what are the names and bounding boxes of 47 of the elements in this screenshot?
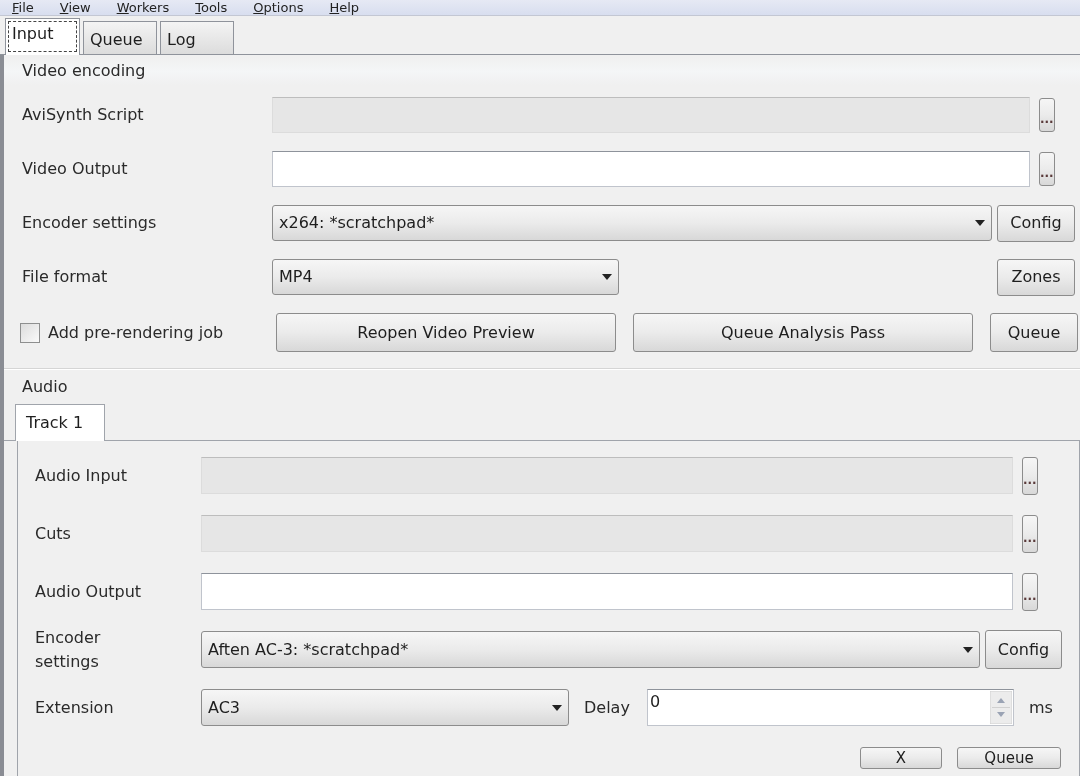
dropdown[interactable]: MP4 xyxy=(272,259,619,295)
action-button[interactable]: Queue Analysis Pass xyxy=(633,313,973,352)
config-button[interactable]: Config xyxy=(997,204,1075,242)
field-label: Encoder settings xyxy=(35,626,102,673)
dropdown[interactable]: x264: *scratchpad* xyxy=(272,205,992,241)
field-label: Video Output xyxy=(22,158,128,180)
field-label: Audio Output xyxy=(35,580,142,603)
action-button[interactable]: Queue xyxy=(990,313,1078,352)
dialog-button[interactable]: X xyxy=(860,747,942,769)
input-field[interactable] xyxy=(272,151,1030,187)
action-button[interactable]: Reopen Video Preview xyxy=(276,313,616,352)
menu-item[interactable]: Tools xyxy=(195,0,228,15)
config-button[interactable]: Config xyxy=(985,630,1062,669)
dropdown[interactable]: AC3 xyxy=(201,689,569,726)
checkbox-label: Add pre-rendering job xyxy=(48,321,224,344)
browse-button[interactable]: ... xyxy=(1022,572,1038,611)
dialog-button[interactable]: Queue xyxy=(957,747,1061,769)
unit-label: ms xyxy=(1028,696,1053,719)
spin-arrows-icon[interactable] xyxy=(989,691,1012,724)
section-title: Audio xyxy=(22,376,68,398)
field-label: AviSynth Script xyxy=(22,104,144,126)
section-title: Video encoding xyxy=(22,60,146,82)
menu-item[interactable]: Help xyxy=(329,0,360,15)
tab[interactable]: Log xyxy=(160,21,234,54)
menu-item[interactable]: Options xyxy=(253,0,304,15)
dropdown-arrow-icon xyxy=(602,274,612,280)
menu-item[interactable]: File xyxy=(12,0,34,15)
dropdown-arrow-icon xyxy=(552,704,562,711)
config-button[interactable]: Zones xyxy=(997,258,1075,296)
checkbox[interactable] xyxy=(20,322,40,343)
field-label: Encoder settings xyxy=(22,212,157,234)
delay-field[interactable]: 0 xyxy=(646,689,1014,726)
field-label: Extension xyxy=(35,697,114,717)
dropdown-arrow-icon xyxy=(975,220,985,226)
dropdown-arrow-icon xyxy=(963,646,973,653)
field-label: File format xyxy=(22,266,108,288)
tab[interactable]: Input xyxy=(5,18,80,55)
field-label: Audio Input xyxy=(35,464,127,487)
input-field[interactable] xyxy=(201,573,1013,610)
dropdown[interactable]: Aften AC-3: *scratchpad* xyxy=(201,631,980,668)
menu-item[interactable]: View xyxy=(59,0,91,15)
field-label: Cuts xyxy=(35,522,71,545)
menu-item[interactable]: Workers xyxy=(116,0,170,15)
tab[interactable]: Track 1 xyxy=(15,404,105,441)
field-label: Delay xyxy=(584,696,630,719)
browse-button[interactable]: ... xyxy=(1039,152,1055,186)
tab[interactable]: Queue xyxy=(83,21,157,54)
